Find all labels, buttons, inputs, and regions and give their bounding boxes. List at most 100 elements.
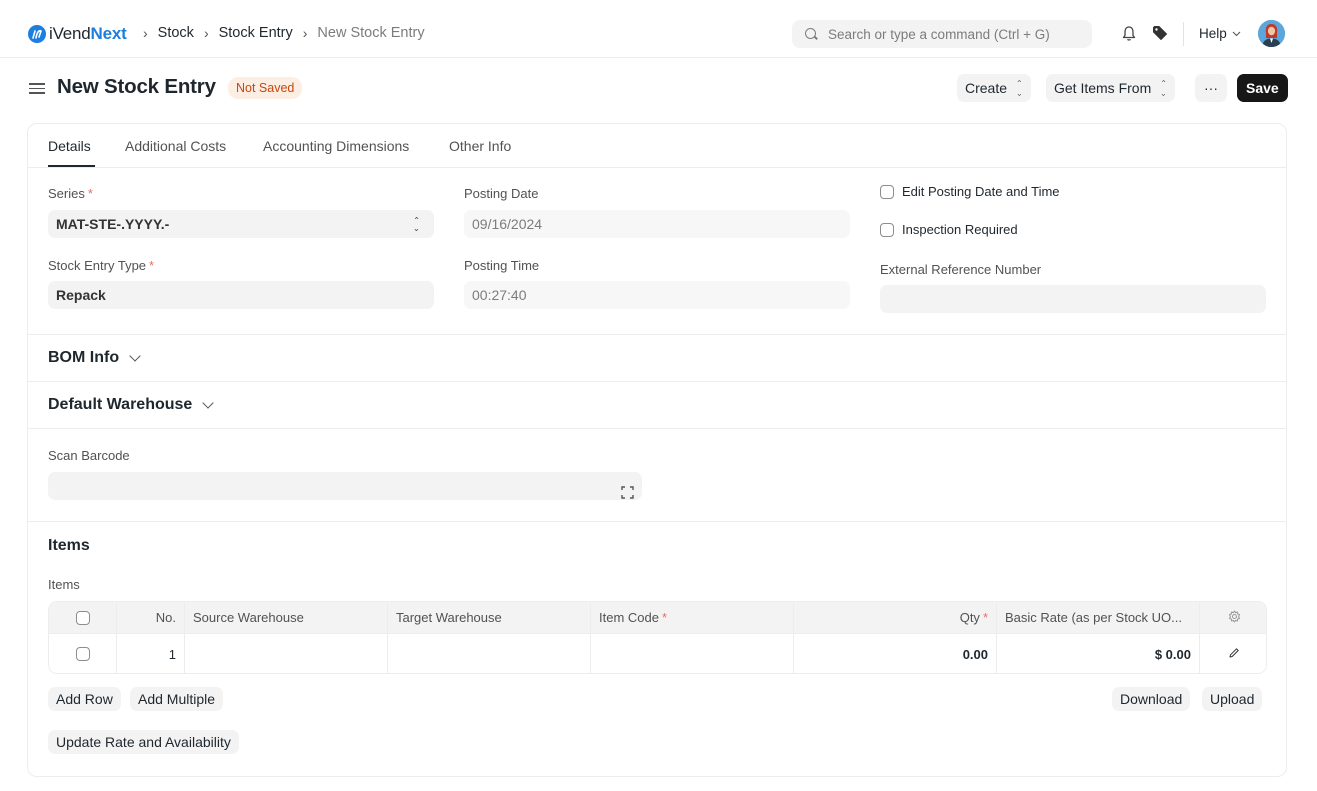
section-divider: [28, 381, 1286, 382]
tag-icon[interactable]: [1152, 25, 1168, 41]
bell-icon[interactable]: [1121, 25, 1137, 42]
section-divider: [28, 334, 1286, 335]
scan-barcode-label: Scan Barcode: [48, 448, 130, 463]
default-warehouse-heading: Default Warehouse: [48, 396, 193, 413]
navbar: iVendNext › Stock › Stock Entry › New St…: [0, 0, 1317, 58]
posting-time-input[interactable]: 00:27:40: [464, 281, 850, 309]
required-marker: *: [661, 610, 668, 625]
posting-time-label: Posting Time: [464, 258, 540, 273]
col-header-basic-rate: Basic Rate (as per Stock UO...: [997, 602, 1200, 633]
items-heading: Items: [48, 537, 90, 554]
search-icon: [804, 27, 818, 41]
select-all-cell: [49, 602, 117, 633]
qty-cell[interactable]: 0.00: [794, 634, 997, 673]
qty-header-text: Qty: [959, 610, 980, 625]
create-label: Create: [965, 80, 1008, 96]
tab-additional-costs[interactable]: Additional Costs: [125, 138, 226, 154]
edit-posting-date-label: Edit Posting Date and Time: [902, 184, 1060, 199]
basic-rate-cell[interactable]: $ 0.00: [997, 634, 1200, 673]
required-marker: *: [982, 610, 988, 625]
navbar-divider: [1183, 22, 1184, 46]
logo-text: iVendNext: [49, 24, 127, 44]
bom-info-section-toggle[interactable]: BOM Info: [48, 349, 141, 367]
row-checkbox[interactable]: [75, 647, 90, 661]
breadcrumb: › Stock › Stock Entry › New Stock Entry: [143, 25, 435, 41]
posting-date-input[interactable]: 09/16/2024: [464, 210, 850, 238]
search-placeholder: Search or type a command (Ctrl + G): [828, 26, 1050, 42]
save-button[interactable]: Save: [1237, 74, 1288, 102]
breadcrumb-new-stock-entry[interactable]: New Stock Entry: [317, 25, 424, 41]
required-marker: *: [149, 258, 155, 273]
scan-barcode-input[interactable]: [48, 472, 642, 500]
breadcrumb-separator: ›: [143, 25, 148, 41]
item-code-header-text: Item Code: [599, 610, 659, 625]
col-header-item-code: Item Code *: [591, 602, 794, 633]
get-items-from-label: Get Items From: [1054, 80, 1152, 96]
external-ref-input[interactable]: [880, 285, 1266, 313]
app-logo[interactable]: iVendNext: [28, 24, 127, 44]
checkbox[interactable]: [880, 184, 894, 199]
logo-prefix: iVend: [49, 24, 91, 43]
chevron-down-icon: [1232, 29, 1241, 39]
section-divider: [28, 521, 1286, 522]
gear-icon[interactable]: [1228, 610, 1241, 626]
inspection-required-label: Inspection Required: [902, 222, 1018, 237]
add-multiple-button[interactable]: Add Multiple: [130, 687, 224, 711]
row-select-cell: [49, 634, 117, 673]
edit-pencil-icon[interactable]: [1228, 647, 1240, 662]
add-row-button[interactable]: Add Row: [48, 687, 121, 711]
item-code-cell[interactable]: [591, 634, 794, 673]
scan-icon[interactable]: [621, 480, 634, 499]
breadcrumb-separator: ›: [302, 25, 308, 41]
breadcrumb-separator: ›: [203, 25, 209, 41]
select-arrows-icon: ⌃ ⌃: [1016, 79, 1023, 98]
col-header-qty: Qty *: [794, 602, 997, 633]
update-rate-availability-button[interactable]: Update Rate and Availability: [48, 730, 239, 754]
get-items-from-button[interactable]: Get Items From ⌃ ⌃: [1046, 74, 1175, 102]
page-title: New Stock Entry: [57, 75, 216, 98]
create-button[interactable]: Create ⌃ ⌃: [957, 74, 1031, 102]
stock-entry-type-input[interactable]: Repack: [48, 281, 434, 309]
series-label: Series *: [48, 186, 93, 201]
edit-posting-date-checkbox[interactable]: Edit Posting Date and Time: [880, 184, 1060, 199]
sidebar-toggle-icon[interactable]: [29, 80, 45, 96]
select-all-checkbox[interactable]: [75, 610, 90, 625]
stock-entry-type-label: Stock Entry Type *: [48, 258, 154, 273]
source-warehouse-cell[interactable]: [185, 634, 388, 673]
breadcrumb-stock[interactable]: Stock: [158, 25, 194, 41]
upload-button[interactable]: Upload: [1202, 687, 1263, 711]
status-badge: Not Saved: [228, 77, 303, 99]
default-warehouse-section-toggle[interactable]: Default Warehouse: [48, 396, 214, 414]
search-input[interactable]: Search or type a command (Ctrl + G): [792, 20, 1092, 48]
series-select[interactable]: MAT-STE-.YYYY.- ⌃ ⌃: [48, 210, 434, 238]
series-value: MAT-STE-.YYYY.-: [56, 216, 170, 232]
more-icon: ···: [1204, 80, 1218, 96]
items-table: No. Source Warehouse Target Warehouse It…: [48, 601, 1267, 674]
col-header-source-warehouse: Source Warehouse: [185, 602, 388, 633]
table-row[interactable]: 1 0.00 $ 0.00: [49, 634, 1266, 673]
chevron-down-icon: [129, 350, 141, 362]
stock-entry-type-label-text: Stock Entry Type: [48, 258, 147, 273]
required-marker: *: [87, 186, 93, 201]
row-edit-cell: [1200, 634, 1266, 673]
tab-details[interactable]: Details: [48, 138, 91, 154]
tab-accounting-dimensions[interactable]: Accounting Dimensions: [263, 138, 409, 154]
items-table-label: Items: [48, 577, 80, 592]
series-label-text: Series: [48, 186, 85, 201]
select-arrows-icon: ⌃ ⌃: [413, 216, 420, 233]
active-tab-indicator: [48, 165, 95, 167]
column-settings-cell: [1200, 602, 1266, 633]
logo-mark-icon: [28, 25, 46, 43]
help-dropdown[interactable]: Help: [1199, 26, 1241, 41]
breadcrumb-stock-entry[interactable]: Stock Entry: [219, 25, 293, 41]
row-no: 1: [117, 634, 185, 673]
target-warehouse-cell[interactable]: [388, 634, 591, 673]
more-actions-button[interactable]: ···: [1195, 74, 1227, 102]
checkbox[interactable]: [880, 222, 894, 237]
download-button[interactable]: Download: [1112, 687, 1191, 711]
tab-other-info[interactable]: Other Info: [449, 138, 511, 154]
inspection-required-checkbox[interactable]: Inspection Required: [880, 222, 1018, 237]
section-divider: [28, 428, 1286, 429]
posting-date-label: Posting Date: [464, 186, 539, 201]
user-avatar[interactable]: [1258, 20, 1285, 47]
